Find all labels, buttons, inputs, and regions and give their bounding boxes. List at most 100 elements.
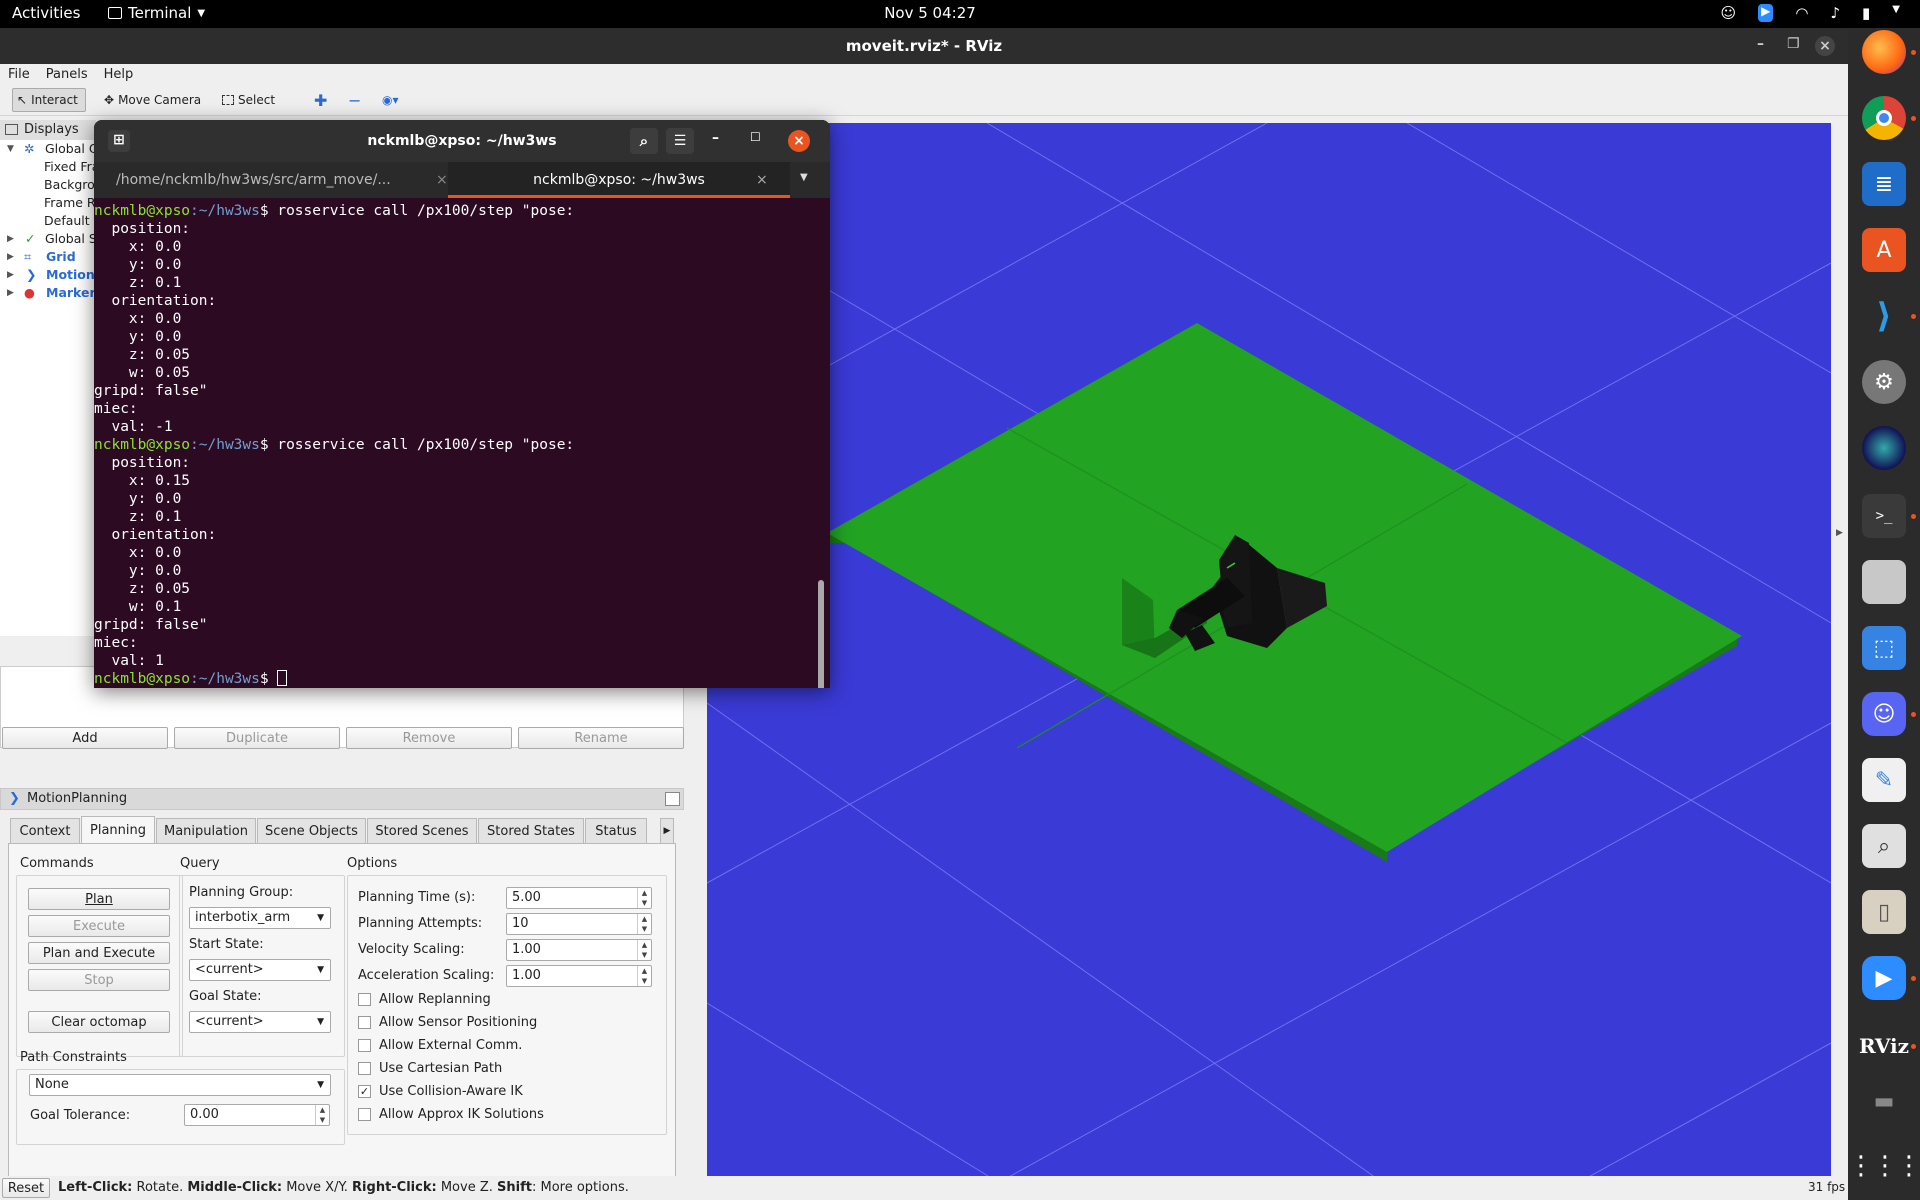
terminal-scrollbar[interactable] (818, 580, 824, 688)
velocity-scaling-input[interactable]: 1.00 ▲ ▼ (506, 939, 652, 961)
spin-arrows-icon[interactable]: ▲ ▼ (315, 1105, 329, 1125)
expand-arrow-icon[interactable]: ▼ (7, 140, 14, 158)
path-constraints-select[interactable]: None ▼ (29, 1074, 331, 1096)
terminal-tab-2[interactable]: nckmlb@xpso: ~/hw3ws × (448, 162, 790, 198)
planning-time-input[interactable]: 5.00 ▲ ▼ (506, 887, 652, 909)
power-menu-icon[interactable]: ▼ (1892, 4, 1900, 22)
interact-tool[interactable]: ↖ Interact (12, 88, 86, 112)
tree-item-default-light[interactable]: Default Light (0, 212, 94, 230)
image-viewer-icon[interactable]: ⌕ (1862, 824, 1906, 868)
minimize-icon[interactable]: – (1757, 36, 1764, 52)
spin-arrows-icon[interactable]: ▲ ▼ (637, 940, 651, 960)
tree-item-markerarray[interactable]: ▶ ● MarkerArray (0, 284, 94, 302)
search-icon[interactable]: ⌕ (630, 128, 658, 154)
use-cartesian-path-checkbox[interactable]: Use Cartesian Path (358, 1061, 502, 1076)
wifi-icon[interactable]: ◠ (1795, 4, 1808, 22)
remove-tool-icon[interactable]: − (344, 88, 365, 112)
checkbox-box[interactable] (358, 993, 371, 1006)
hamburger-menu-icon[interactable]: ☰ (666, 128, 694, 154)
allow-approx-ik-checkbox[interactable]: Allow Approx IK Solutions (358, 1107, 544, 1122)
spin-arrows-icon[interactable]: ▲ ▼ (637, 966, 651, 986)
firefox-icon[interactable] (1862, 30, 1906, 74)
tab-stored-states[interactable]: Stored States (478, 818, 584, 844)
tree-item-background-color[interactable]: Background Color (0, 176, 94, 194)
plan-and-execute-button[interactable]: Plan and Execute (28, 942, 170, 964)
close-tab-icon[interactable]: × (436, 162, 448, 198)
software-icon[interactable]: A (1862, 228, 1906, 272)
allow-external-comm-checkbox[interactable]: Allow External Comm. (358, 1038, 522, 1053)
writer-icon[interactable]: ≣ (1862, 162, 1906, 206)
tree-item-grid[interactable]: ▶ ⌗ Grid (0, 248, 94, 266)
tab-scene-objects[interactable]: Scene Objects (257, 818, 366, 844)
rviz-icon[interactable]: RViz (1859, 1024, 1909, 1068)
rename-display-button[interactable]: Rename (518, 727, 684, 749)
move-camera-tool[interactable]: ✥ Move Camera (100, 88, 205, 112)
reset-button[interactable]: Reset (2, 1178, 50, 1198)
screenshot-icon[interactable]: ⬚ (1862, 626, 1906, 670)
terminal-tab-1[interactable]: /home/nckmlb/hw3ws/src/arm_move/... × (116, 162, 456, 198)
system-tray[interactable]: ☺ ▶ ◠ ♪ ▮ ▼ (1720, 4, 1900, 22)
expand-arrow-icon[interactable]: ▶ (7, 266, 14, 284)
volume-icon[interactable]: ♪ (1830, 4, 1840, 22)
new-tab-icon[interactable]: ⊞ (108, 130, 130, 152)
tabs-dropdown-icon[interactable]: ▼ (800, 172, 808, 183)
start-state-select[interactable]: <current> ▼ (189, 959, 331, 981)
terminal-window[interactable]: ⊞ nckmlb@xpso: ~/hw3ws ⌕ ☰ – ☐ × /home/n… (94, 120, 830, 688)
use-collision-aware-ik-checkbox[interactable]: ✓ Use Collision-Aware IK (358, 1084, 523, 1099)
stop-button[interactable]: Stop (28, 969, 170, 991)
close-icon[interactable]: × (1815, 36, 1835, 56)
rviz-titlebar[interactable]: moveit.rviz* - RViz – ❐ × (0, 28, 1848, 64)
checkbox-box[interactable] (358, 1039, 371, 1052)
menu-panels[interactable]: Panels (46, 67, 88, 82)
discord-icon[interactable]: ☺ (1862, 692, 1906, 736)
tab-planning[interactable]: Planning (81, 816, 155, 844)
close-tab-icon[interactable]: × (756, 162, 768, 198)
tab-scroll-right-icon[interactable]: ▶ (660, 818, 674, 844)
duplicate-display-button[interactable]: Duplicate (174, 727, 340, 749)
trash-icon[interactable]: ▬ (1862, 1089, 1906, 1114)
tree-item-frame-rate[interactable]: Frame Rate (0, 194, 94, 212)
expand-arrow-icon[interactable]: ▶ (7, 284, 14, 302)
discord-tray-icon[interactable]: ☺ (1720, 4, 1736, 22)
clear-octomap-button[interactable]: Clear octomap (28, 1011, 170, 1033)
tree-item-fixed-frame[interactable]: Fixed Frame (0, 158, 94, 176)
tree-item-motionplanning[interactable]: ▶ ❯ MotionPlanning (0, 266, 94, 284)
goal-state-select[interactable]: <current> ▼ (189, 1011, 331, 1033)
minimize-icon[interactable]: – (712, 130, 719, 146)
remove-display-button[interactable]: Remove (346, 727, 512, 749)
zoom-icon[interactable]: ▶ (1862, 956, 1906, 1000)
files-icon[interactable] (1862, 560, 1906, 604)
battery-icon[interactable]: ▮ (1862, 4, 1870, 22)
goal-tolerance-input[interactable]: 0.00 ▲ ▼ (184, 1104, 330, 1126)
allow-sensor-positioning-checkbox[interactable]: Allow Sensor Positioning (358, 1015, 537, 1030)
checkbox-box[interactable] (358, 1016, 371, 1029)
spin-arrows-icon[interactable]: ▲ ▼ (637, 888, 651, 908)
vscode-icon[interactable]: ⟩ (1862, 294, 1906, 338)
expand-arrow-icon[interactable]: ▶ (7, 230, 14, 248)
tab-context[interactable]: Context (10, 818, 80, 844)
show-apps-icon[interactable]: ⋮⋮⋮ (1848, 1144, 1920, 1188)
zoom-tray-icon[interactable]: ▶ (1758, 4, 1774, 22)
tree-item-global-status[interactable]: ▶ ✓ Global Status: Ok (0, 230, 94, 248)
maximize-icon[interactable]: ☐ (750, 130, 761, 144)
planning-attempts-input[interactable]: 10 ▲ ▼ (506, 913, 652, 935)
spin-arrows-icon[interactable]: ▲ ▼ (637, 914, 651, 934)
view-tool-icon[interactable]: ◉▾ (378, 88, 403, 112)
planning-group-select[interactable]: interbotix_arm ▼ (189, 907, 331, 929)
3d-viewport[interactable] (707, 123, 1831, 1200)
execute-button[interactable]: Execute (28, 915, 170, 937)
camera-icon[interactable] (1862, 426, 1906, 470)
menu-file[interactable]: File (8, 67, 30, 82)
checkmark-icon[interactable]: ✓ (358, 1085, 371, 1098)
float-panel-icon[interactable] (665, 792, 680, 806)
terminal-output[interactable]: nckmlb@xpso:~/hw3ws$ rosservice call /px… (94, 198, 830, 688)
expand-arrow-icon[interactable]: ▶ (7, 248, 14, 266)
select-tool[interactable]: Select (218, 88, 279, 112)
chrome-icon[interactable] (1862, 96, 1906, 140)
tree-item-global-options[interactable]: ▼ ✲ Global Options (0, 140, 94, 158)
terminal-titlebar[interactable]: ⊞ nckmlb@xpso: ~/hw3ws ⌕ ☰ – ☐ × (94, 120, 830, 162)
menu-help[interactable]: Help (104, 67, 134, 82)
allow-replanning-checkbox[interactable]: Allow Replanning (358, 992, 491, 1007)
checkbox-box[interactable] (358, 1062, 371, 1075)
maximize-icon[interactable]: ❐ (1787, 36, 1800, 52)
